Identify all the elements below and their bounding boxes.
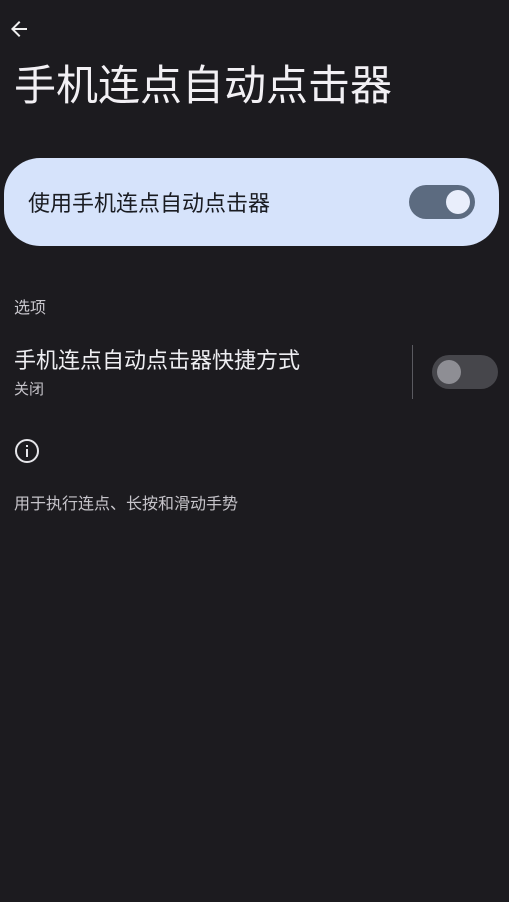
info-description: 用于执行连点、长按和滑动手势 <box>14 494 239 513</box>
shortcut-toggle-switch[interactable] <box>432 355 498 389</box>
section-header-options: 选项 <box>14 298 47 317</box>
main-toggle-label: 使用手机连点自动点击器 <box>28 192 271 217</box>
shortcut-text-area[interactable]: 手机连点自动点击器快捷方式 关闭 <box>14 344 300 398</box>
page-title: 手机连点自动点击器 <box>14 61 393 110</box>
shortcut-row: 手机连点自动点击器快捷方式 关闭 <box>0 340 509 404</box>
info-icon <box>15 439 39 463</box>
arrow-left-icon <box>11 21 27 37</box>
shortcut-status: 关闭 <box>14 380 45 398</box>
toggle-knob <box>446 190 470 214</box>
main-toggle-card[interactable]: 使用手机连点自动点击器 <box>4 158 499 246</box>
vertical-divider <box>412 345 413 399</box>
shortcut-title: 手机连点自动点击器快捷方式 <box>14 349 301 374</box>
settings-page: 手机连点自动点击器 使用手机连点自动点击器 选项 手机连点自动点击器快捷方式 关… <box>0 0 509 902</box>
main-toggle-switch[interactable] <box>409 185 475 219</box>
back-button[interactable] <box>4 14 34 44</box>
toggle-knob <box>437 360 461 384</box>
